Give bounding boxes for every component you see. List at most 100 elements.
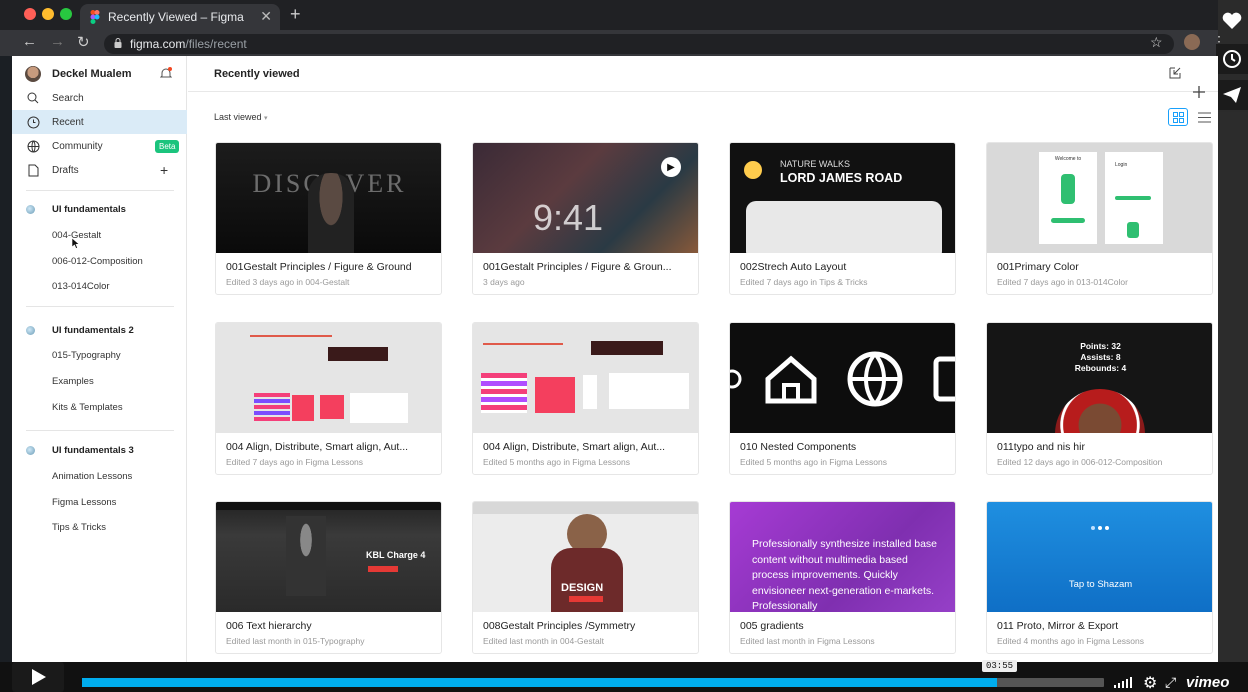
- file-card[interactable]: 004 Align, Distribute, Smart align, Aut.…: [215, 322, 442, 475]
- url-field[interactable]: figma.com/files/recent: [104, 34, 1174, 54]
- project-ui-fundamentals-2[interactable]: UI fundamentals 2: [52, 325, 134, 336]
- share-paper-plane-icon[interactable]: [1216, 80, 1248, 110]
- play-button[interactable]: [12, 662, 64, 692]
- file-card[interactable]: Points: 32 Assists: 8 Rebounds: 4 011typ…: [986, 322, 1213, 475]
- figma-logo-icon: [90, 10, 100, 24]
- user-avatar[interactable]: [25, 66, 41, 82]
- project-file-kits-templates[interactable]: Kits & Templates: [52, 402, 123, 413]
- page-title: Recently viewed: [214, 68, 300, 80]
- file-title: 011typo and nis hir: [997, 441, 1085, 453]
- thumbnail-text: DESIGN: [561, 582, 604, 594]
- chevron-down-icon: ▾: [264, 115, 268, 122]
- thumbnail-text: 9:41: [533, 197, 604, 238]
- thumbnail-text: Professionally synthesize installed base…: [752, 538, 938, 612]
- guitarist-photo: [286, 516, 326, 596]
- new-tab-button[interactable]: +: [290, 4, 301, 25]
- grid-view-toggle[interactable]: [1168, 108, 1188, 126]
- project-icon: [26, 205, 35, 214]
- minimize-window-button[interactable]: [42, 8, 54, 20]
- lock-icon: [114, 38, 122, 48]
- video-timestamp: 03:55: [982, 660, 1018, 672]
- main-header: Recently viewed: [188, 56, 1218, 98]
- file-card[interactable]: KBL Charge 4 006 Text hierarchy Edited l…: [215, 501, 442, 654]
- fullscreen-icon[interactable]: ⤢: [1165, 674, 1176, 691]
- project-ui-fundamentals-3[interactable]: UI fundamentals 3: [52, 445, 134, 456]
- file-subtitle: Edited 5 months ago in Figma Lessons: [483, 457, 630, 467]
- volume-icon[interactable]: [1114, 676, 1134, 691]
- file-title: 001Gestalt Principles / Figure & Groun..…: [483, 261, 672, 273]
- user-name[interactable]: Deckel Mualem: [52, 68, 131, 80]
- file-card[interactable]: DISCOVER 001Gestalt Principles / Figure …: [215, 142, 442, 295]
- close-window-button[interactable]: [24, 8, 36, 20]
- plant-illustration: [1127, 222, 1139, 238]
- file-title: 010 Nested Components: [740, 441, 857, 453]
- file-subtitle: 3 days ago: [483, 277, 525, 287]
- file-card[interactable]: NATURE WALKS LORD JAMES ROAD 002Strech A…: [729, 142, 956, 295]
- diagram-shape: [609, 373, 689, 409]
- browser-tab[interactable]: Recently Viewed – Figma ✕: [80, 4, 280, 30]
- file-title: 001Primary Color: [997, 261, 1079, 273]
- new-draft-plus-icon[interactable]: +: [160, 162, 168, 178]
- file-title: 011 Proto, Mirror & Export: [997, 620, 1119, 632]
- file-card[interactable]: 010 Nested Components Edited 5 months ag…: [729, 322, 956, 475]
- bookmark-star-icon[interactable]: ☆: [1150, 34, 1163, 51]
- sort-dropdown[interactable]: Last viewed ▾: [214, 112, 268, 122]
- project-ui-fundamentals[interactable]: UI fundamentals: [52, 204, 126, 215]
- reload-icon[interactable]: ↻: [77, 33, 90, 51]
- video-player-bar: [0, 662, 1248, 692]
- home-icon: [765, 355, 817, 404]
- stat-rebounds: Rebounds: 4: [1074, 363, 1127, 373]
- watch-later-clock-icon[interactable]: [1216, 44, 1248, 74]
- diagram-shape: [254, 393, 290, 423]
- diagram-shape: [328, 347, 388, 361]
- player-photo: [1055, 389, 1145, 433]
- settings-gear-icon[interactable]: ⚙: [1143, 673, 1157, 692]
- file-subtitle: Edited 12 days ago in 006-012-Compositio…: [997, 457, 1163, 467]
- file-subtitle: Edited 7 days ago in Figma Lessons: [226, 457, 364, 467]
- person-body: [551, 548, 623, 612]
- diagram-shape: [320, 395, 344, 419]
- project-file-animation-lessons[interactable]: Animation Lessons: [52, 471, 132, 482]
- play-video-icon[interactable]: ▶: [661, 157, 681, 177]
- project-file-tips-tricks[interactable]: Tips & Tricks: [52, 522, 106, 533]
- sort-label: Last viewed: [214, 112, 262, 122]
- file-thumbnail: [216, 323, 441, 433]
- browser-profile-avatar[interactable]: [1184, 34, 1200, 50]
- file-card[interactable]: Professionally synthesize installed base…: [729, 501, 956, 654]
- screen: Recently Viewed – Figma ✕ + ← → ↻ figma.…: [0, 0, 1248, 692]
- sidebar-divider: [26, 306, 174, 307]
- diagram-shape: [583, 375, 597, 409]
- file-card[interactable]: 9:41 ▶ 001Gestalt Principles / Figure & …: [472, 142, 699, 295]
- new-file-plus-icon[interactable]: [1192, 85, 1206, 99]
- forward-icon[interactable]: →: [50, 33, 65, 50]
- close-tab-icon[interactable]: ✕: [260, 8, 272, 25]
- list-view-toggle[interactable]: [1194, 108, 1214, 126]
- file-card[interactable]: Welcome to Login 001Primary Color Edited…: [986, 142, 1213, 295]
- maximize-window-button[interactable]: [60, 8, 72, 20]
- project-file-013-014color[interactable]: 013-014Color: [52, 281, 110, 292]
- sidebar-item-recent[interactable]: Recent: [12, 110, 187, 134]
- project-file-015-typography[interactable]: 015-Typography: [52, 350, 121, 361]
- file-card[interactable]: 004 Align, Distribute, Smart align, Aut.…: [472, 322, 699, 475]
- project-file-figma-lessons[interactable]: Figma Lessons: [52, 497, 116, 508]
- globe-icon: [26, 139, 40, 153]
- file-card[interactable]: Tap to Shazam 011 Proto, Mirror & Export…: [986, 501, 1213, 654]
- project-file-examples[interactable]: Examples: [52, 376, 94, 387]
- file-thumbnail: Points: 32 Assists: 8 Rebounds: 4: [987, 323, 1212, 433]
- video-progress-bar[interactable]: [82, 678, 1104, 687]
- vimeo-logo[interactable]: vimeo: [1186, 674, 1229, 691]
- emoji-icon: [744, 161, 762, 179]
- like-heart-icon[interactable]: [1216, 6, 1248, 36]
- back-icon[interactable]: ←: [22, 33, 37, 50]
- image-icon: [933, 356, 955, 402]
- tab-title: Recently Viewed – Figma: [108, 10, 244, 24]
- file-card[interactable]: DESIGN 008Gestalt Principles /Symmetry E…: [472, 501, 699, 654]
- import-file-icon[interactable]: [1168, 66, 1182, 80]
- list-icon: [1197, 112, 1211, 122]
- header-actions: [1168, 66, 1218, 104]
- file-subtitle: Edited 7 days ago in Tips & Tricks: [740, 277, 868, 287]
- notification-bell-icon[interactable]: [160, 67, 172, 80]
- sidebar-item-label: Community: [52, 140, 103, 152]
- project-file-006-012-composition[interactable]: 006-012-Composition: [52, 256, 143, 267]
- sidebar-item-search[interactable]: Search: [12, 86, 187, 110]
